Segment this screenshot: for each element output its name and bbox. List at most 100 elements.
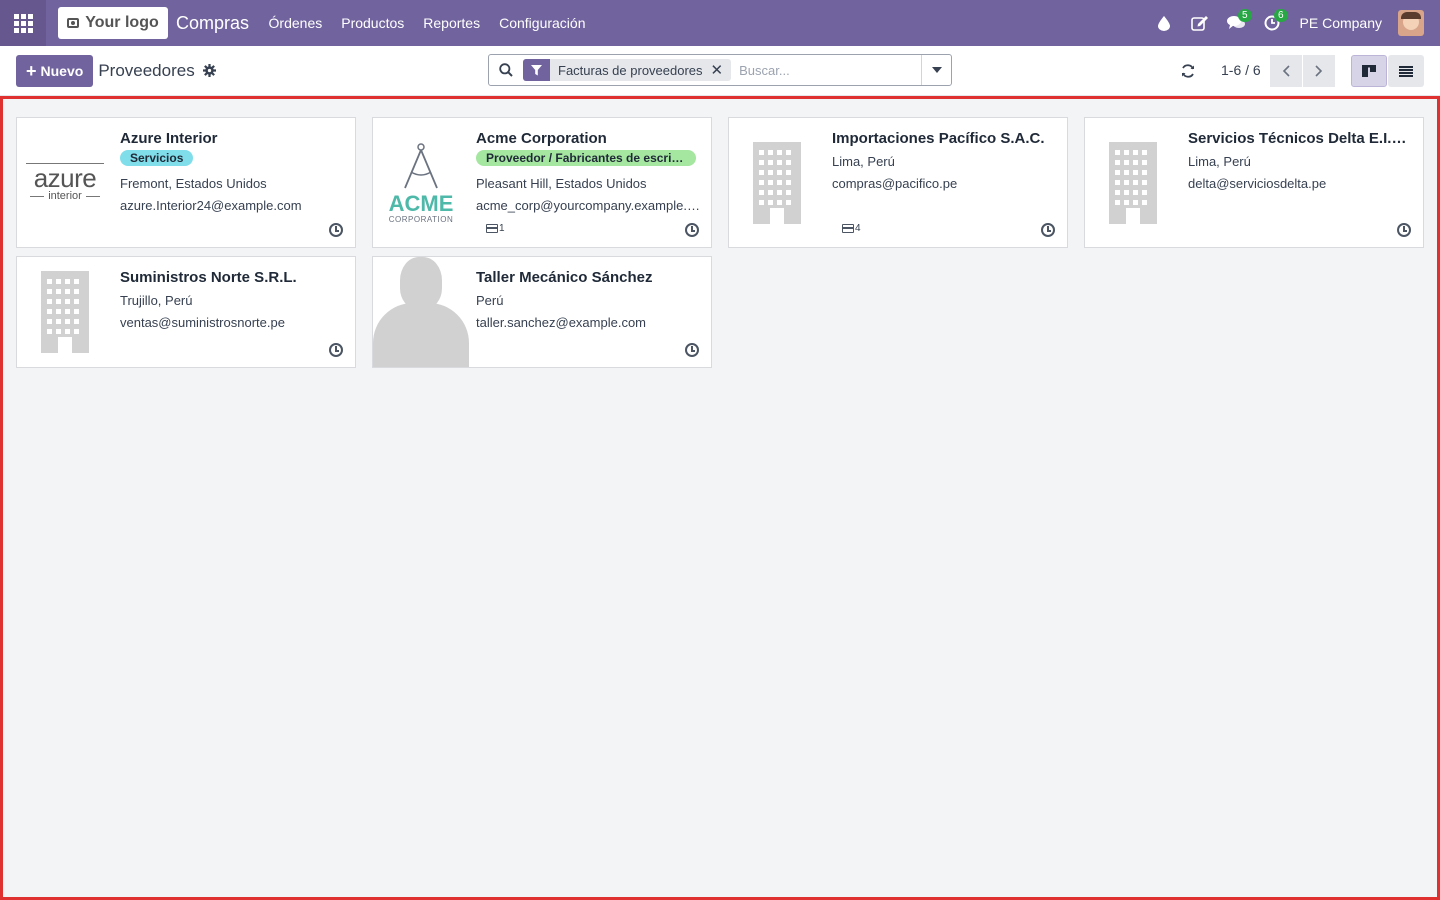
card-email: acme_corp@yourcompany.example.com xyxy=(476,198,701,213)
kanban-icon xyxy=(1362,65,1376,77)
azure-logo-text: azure xyxy=(33,163,97,193)
clock-icon[interactable] xyxy=(1041,223,1055,237)
view-switcher xyxy=(1351,55,1424,87)
card-title: Servicios Técnicos Delta E.I.R.L. xyxy=(1188,130,1413,147)
logo-text: Your logo xyxy=(85,14,159,31)
menu-item-configuracion[interactable]: Configuración xyxy=(490,15,595,31)
kanban-view: azure interior Azure Interior Servicios … xyxy=(0,96,1440,900)
app-name[interactable]: Compras xyxy=(176,13,249,34)
search-icon xyxy=(489,63,523,77)
card-email: compras@pacifico.pe xyxy=(832,176,958,191)
card-email: delta@serviciosdelta.pe xyxy=(1188,176,1327,191)
card-location: Fremont, Estados Unidos xyxy=(120,176,267,191)
credit-card-icon xyxy=(486,224,498,233)
company-logo[interactable]: Your logo xyxy=(58,7,168,39)
chevron-right-icon xyxy=(1315,65,1323,77)
search-bar: Facturas de proveedores ✕ xyxy=(488,54,952,86)
close-icon[interactable]: ✕ xyxy=(711,61,732,79)
building-icon xyxy=(753,141,801,224)
pager-previous-button[interactable] xyxy=(1270,55,1302,87)
kanban-card[interactable]: Suministros Norte S.R.L. Trujillo, Perú … xyxy=(16,256,356,368)
company-switcher[interactable]: PE Company xyxy=(1300,15,1382,31)
kanban-card[interactable]: Taller Mecánico Sánchez Perú taller.sanc… xyxy=(372,256,712,368)
clock-icon[interactable] xyxy=(685,343,699,357)
facet-label: Facturas de proveedores xyxy=(558,62,703,78)
menu-item-reportes[interactable]: Reportes xyxy=(414,15,490,31)
bills-counter[interactable]: 1 xyxy=(486,223,505,234)
new-button-label: Nuevo xyxy=(40,62,84,79)
acme-logo-text: ACME xyxy=(388,190,454,216)
bills-count: 4 xyxy=(855,223,861,234)
card-title: Azure Interior xyxy=(120,130,218,147)
card-email: ventas@suministrosnorte.pe xyxy=(120,315,285,330)
card-location: Lima, Perú xyxy=(1188,154,1251,169)
credit-card-icon xyxy=(842,224,854,233)
card-location: Perú xyxy=(476,293,504,308)
card-location: Trujillo, Perú xyxy=(120,293,193,308)
pager-buttons xyxy=(1270,55,1335,87)
activities-badge: 6 xyxy=(1273,9,1288,22)
building-icon xyxy=(1109,141,1157,224)
chevron-left-icon xyxy=(1282,65,1290,77)
activities-icon[interactable]: 6 xyxy=(1256,7,1288,39)
card-location: Pleasant Hill, Estados Unidos xyxy=(476,176,647,191)
clock-icon[interactable] xyxy=(329,343,343,357)
card-email: azure.Interior24@example.com xyxy=(120,198,302,213)
list-icon xyxy=(1399,65,1413,77)
chevron-down-icon xyxy=(931,67,942,73)
clock-icon[interactable] xyxy=(1397,223,1411,237)
partner-logo: azure interior xyxy=(17,118,113,247)
grid-icon xyxy=(13,13,33,33)
pager-next-button[interactable] xyxy=(1303,55,1335,87)
camera-icon xyxy=(67,18,80,28)
pager-value[interactable]: 1-6 / 6 xyxy=(1221,62,1261,78)
top-navbar: Your logo Compras Órdenes Productos Repo… xyxy=(0,0,1440,46)
card-title: Importaciones Pacífico S.A.C. xyxy=(832,130,1045,147)
company-placeholder-image xyxy=(729,118,825,247)
user-avatar[interactable] xyxy=(1398,10,1424,36)
menu-item-ordenes[interactable]: Órdenes xyxy=(259,15,332,31)
compass-icon xyxy=(404,142,438,188)
building-icon xyxy=(41,271,89,353)
gear-icon[interactable] xyxy=(203,64,217,78)
kanban-card[interactable]: Importaciones Pacífico S.A.C. Lima, Perú… xyxy=(728,117,1068,248)
control-panel: + Nuevo Proveedores Facturas de proveedo… xyxy=(0,46,1440,96)
breadcrumb: Proveedores xyxy=(98,60,195,80)
card-location: Lima, Perú xyxy=(832,154,895,169)
bills-counter[interactable]: 4 xyxy=(842,223,861,234)
filter-icon xyxy=(523,59,550,81)
plus-icon: + xyxy=(26,60,37,81)
card-title: Taller Mecánico Sánchez xyxy=(476,269,653,286)
apps-menu-button[interactable] xyxy=(0,0,46,46)
acme-logo-subtext: CORPORATION xyxy=(388,214,454,224)
search-options-toggle[interactable] xyxy=(921,55,951,85)
main-menu: Órdenes Productos Reportes Configuración xyxy=(259,15,595,31)
menu-item-productos[interactable]: Productos xyxy=(332,15,414,31)
card-title: Suministros Norte S.R.L. xyxy=(120,269,297,286)
bills-count: 1 xyxy=(499,223,505,234)
company-placeholder-image xyxy=(1085,118,1181,247)
new-button[interactable]: + Nuevo xyxy=(16,54,94,87)
kanban-card[interactable]: Servicios Técnicos Delta E.I.R.L. Lima, … xyxy=(1084,117,1424,248)
edit-icon[interactable] xyxy=(1184,7,1216,39)
search-facet: Facturas de proveedores ✕ xyxy=(523,59,732,81)
clock-icon[interactable] xyxy=(685,223,699,237)
systray: 5 6 PE Company xyxy=(1148,7,1440,39)
drop-icon[interactable] xyxy=(1148,7,1180,39)
refresh-icon[interactable] xyxy=(1178,61,1198,81)
search-input[interactable] xyxy=(739,62,915,78)
category-tag: Servicios xyxy=(120,150,194,166)
list-view-button[interactable] xyxy=(1388,55,1424,87)
card-title: Acme Corporation xyxy=(476,130,607,147)
partner-logo: ACME CORPORATION xyxy=(373,118,469,247)
clock-icon[interactable] xyxy=(329,223,343,237)
company-placeholder-image xyxy=(17,257,113,367)
card-email: taller.sanchez@example.com xyxy=(476,315,646,330)
kanban-card[interactable]: ACME CORPORATION Acme Corporation Provee… xyxy=(372,117,712,248)
messages-icon[interactable]: 5 xyxy=(1220,7,1252,39)
kanban-card[interactable]: azure interior Azure Interior Servicios … xyxy=(16,117,356,248)
messages-badge: 5 xyxy=(1237,9,1252,22)
kanban-view-button[interactable] xyxy=(1351,55,1387,87)
azure-logo-subtext: interior xyxy=(48,190,82,202)
person-icon xyxy=(373,257,469,367)
